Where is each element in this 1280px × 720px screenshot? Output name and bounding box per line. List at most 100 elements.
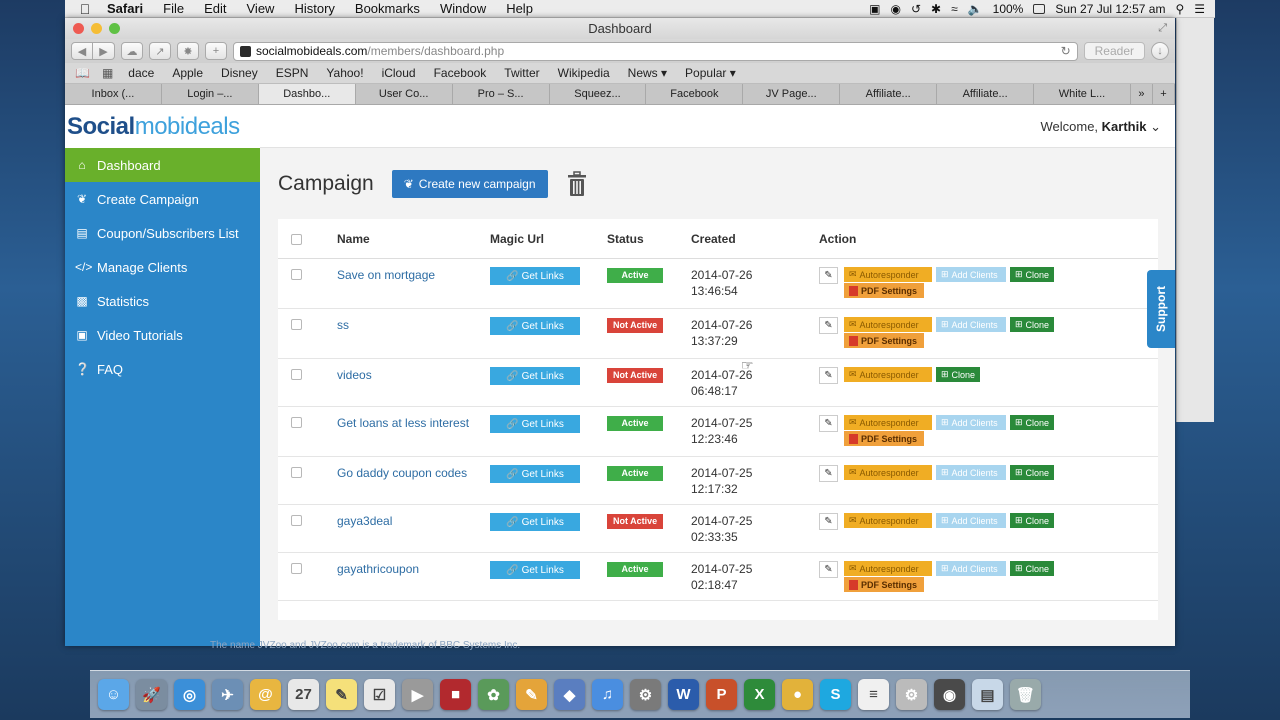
- edit-icon[interactable]: ✎: [819, 561, 838, 578]
- evernote-icon[interactable]: ◉: [891, 2, 901, 16]
- add-clients-button[interactable]: ⊞ Add Clients: [936, 267, 1006, 282]
- create-campaign-button[interactable]: ❦ Create new campaign: [391, 170, 548, 198]
- clone-button[interactable]: ⊞ Clone: [1010, 513, 1054, 528]
- close-window-button[interactable]: [73, 23, 84, 34]
- add-clients-button[interactable]: ⊞ Add Clients: [936, 513, 1006, 528]
- wifi-icon[interactable]: ≈: [951, 2, 958, 16]
- powerpoint-dock-icon[interactable]: P: [706, 679, 737, 710]
- edit-icon[interactable]: ✎: [819, 465, 838, 482]
- tab[interactable]: Login –...: [162, 84, 259, 104]
- site-logo[interactable]: Social mobideals: [65, 105, 260, 148]
- add-tab-icon[interactable]: +: [1153, 84, 1175, 104]
- get-links-button[interactable]: 🔗 Get Links: [490, 367, 580, 385]
- menu-file[interactable]: File: [153, 1, 194, 16]
- bookmark-item[interactable]: Wikipedia: [549, 66, 619, 80]
- bluetooth-icon[interactable]: ✱: [931, 2, 941, 16]
- get-links-button[interactable]: 🔗 Get Links: [490, 561, 580, 579]
- forward-button[interactable]: ▶: [93, 42, 115, 60]
- clone-button[interactable]: ⊞ Clone: [936, 367, 980, 382]
- campaign-name-link[interactable]: Save on mortgage: [337, 267, 490, 283]
- reload-icon[interactable]: ↻: [1061, 44, 1071, 58]
- bookmark-item[interactable]: iCloud: [373, 66, 425, 80]
- column-header-name[interactable]: Name: [337, 231, 490, 247]
- itunes-dock-icon[interactable]: ♫: [592, 679, 623, 710]
- tab[interactable]: Inbox (...: [65, 84, 162, 104]
- bookmark-item[interactable]: Disney: [212, 66, 267, 80]
- edit-icon[interactable]: ✎: [819, 267, 838, 284]
- skype-dock-icon[interactable]: S: [820, 679, 851, 710]
- reminders-dock-icon[interactable]: ☑: [364, 679, 395, 710]
- edit-icon[interactable]: ✎: [819, 317, 838, 334]
- extension-button[interactable]: ✸: [177, 42, 199, 60]
- word-dock-icon[interactable]: W: [668, 679, 699, 710]
- documents-dock-icon[interactable]: ▤: [972, 679, 1003, 710]
- icloud-tabs-button[interactable]: ☁: [121, 42, 143, 60]
- get-links-button[interactable]: 🔗 Get Links: [490, 317, 580, 335]
- row-checkbox[interactable]: [291, 269, 302, 280]
- excel-dock-icon[interactable]: X: [744, 679, 775, 710]
- add-clients-button[interactable]: ⊞ Add Clients: [936, 415, 1006, 430]
- autoresponder-button[interactable]: ✉ Autoresponder: [844, 465, 932, 480]
- bookmark-item[interactable]: News ▾: [619, 66, 676, 80]
- campaign-name-link[interactable]: Get loans at less interest: [337, 415, 490, 431]
- clock[interactable]: Sun 27 Jul 12:57 am: [1055, 2, 1165, 16]
- pdf-settings-button[interactable]: PDF Settings: [844, 283, 924, 298]
- sidebar-item-dashboard[interactable]: ⌂ Dashboard: [65, 148, 260, 182]
- tab[interactable]: Pro – S...: [453, 84, 550, 104]
- trash-icon[interactable]: [566, 171, 588, 197]
- pages-dock-icon[interactable]: ✎: [516, 679, 547, 710]
- clone-button[interactable]: ⊞ Clone: [1010, 465, 1054, 480]
- tab[interactable]: JV Page...: [743, 84, 841, 104]
- time-machine-icon[interactable]: ↺: [911, 2, 921, 16]
- campaign-name-link[interactable]: gayathricoupon: [337, 561, 490, 577]
- zoom-window-button[interactable]: [109, 23, 120, 34]
- photo-booth-dock-icon[interactable]: ■: [440, 679, 471, 710]
- bookmark-item[interactable]: ESPN: [267, 66, 318, 80]
- facetime-dock-icon[interactable]: ▶: [402, 679, 433, 710]
- get-links-button[interactable]: 🔗 Get Links: [490, 267, 580, 285]
- notification-center-icon[interactable]: ☰: [1194, 2, 1205, 16]
- image-capture-dock-icon[interactable]: ◉: [934, 679, 965, 710]
- column-header-created[interactable]: Created: [691, 231, 819, 247]
- top-sites-icon[interactable]: ▦: [96, 66, 119, 80]
- get-links-button[interactable]: 🔗 Get Links: [490, 465, 580, 483]
- edit-icon[interactable]: ✎: [819, 415, 838, 432]
- autoresponder-button[interactable]: ✉ Autoresponder: [844, 367, 932, 382]
- trash-dock-icon[interactable]: 🗑: [1010, 679, 1041, 710]
- bookmark-item[interactable]: Twitter: [495, 66, 548, 80]
- edit-icon[interactable]: ✎: [819, 513, 838, 530]
- menu-help[interactable]: Help: [496, 1, 543, 16]
- menu-view[interactable]: View: [237, 1, 285, 16]
- system-preferences-dock-icon[interactable]: ⚙: [630, 679, 661, 710]
- battery-icon[interactable]: [1033, 3, 1046, 14]
- fullscreen-icon[interactable]: ⤢: [1158, 22, 1167, 35]
- sidebar-item-video-tutorials[interactable]: ▣ Video Tutorials: [65, 318, 260, 352]
- bookmark-item[interactable]: Yahoo!: [317, 66, 372, 80]
- new-tab-button[interactable]: +: [205, 42, 227, 60]
- get-links-button[interactable]: 🔗 Get Links: [490, 415, 580, 433]
- sidebar-item-coupon-list[interactable]: ▤ Coupon/Subscribers List: [65, 216, 260, 250]
- calendar-dock-icon[interactable]: 27: [288, 679, 319, 710]
- mail-dock-icon[interactable]: @: [250, 679, 281, 710]
- show-bookmarks-icon[interactable]: 📖: [69, 66, 96, 80]
- sidebar-item-faq[interactable]: ❔ FAQ: [65, 352, 260, 386]
- tab[interactable]: Affiliate...: [840, 84, 938, 104]
- pdf-settings-button[interactable]: PDF Settings: [844, 333, 924, 348]
- share-button[interactable]: ↗: [149, 42, 171, 60]
- tab[interactable]: Facebook: [646, 84, 744, 104]
- autoresponder-button[interactable]: ✉ Autoresponder: [844, 267, 932, 282]
- tab[interactable]: Affiliate...: [937, 84, 1035, 104]
- photos-dock-icon[interactable]: ✿: [478, 679, 509, 710]
- get-links-button[interactable]: 🔗 Get Links: [490, 513, 580, 531]
- textedit-dock-icon[interactable]: ≡: [858, 679, 889, 710]
- support-tab[interactable]: Support: [1147, 270, 1175, 348]
- sidebar-item-manage-clients[interactable]: </> Manage Clients: [65, 250, 260, 284]
- row-checkbox[interactable]: [291, 467, 302, 478]
- tab[interactable]: White L...: [1034, 84, 1131, 104]
- campaign-name-link[interactable]: videos: [337, 367, 490, 383]
- back-button[interactable]: ◀: [71, 42, 93, 60]
- row-checkbox[interactable]: [291, 515, 302, 526]
- finder-dock-icon[interactable]: ☺: [98, 679, 129, 710]
- menu-bookmarks[interactable]: Bookmarks: [345, 1, 430, 16]
- notes-dock-icon[interactable]: ✎: [326, 679, 357, 710]
